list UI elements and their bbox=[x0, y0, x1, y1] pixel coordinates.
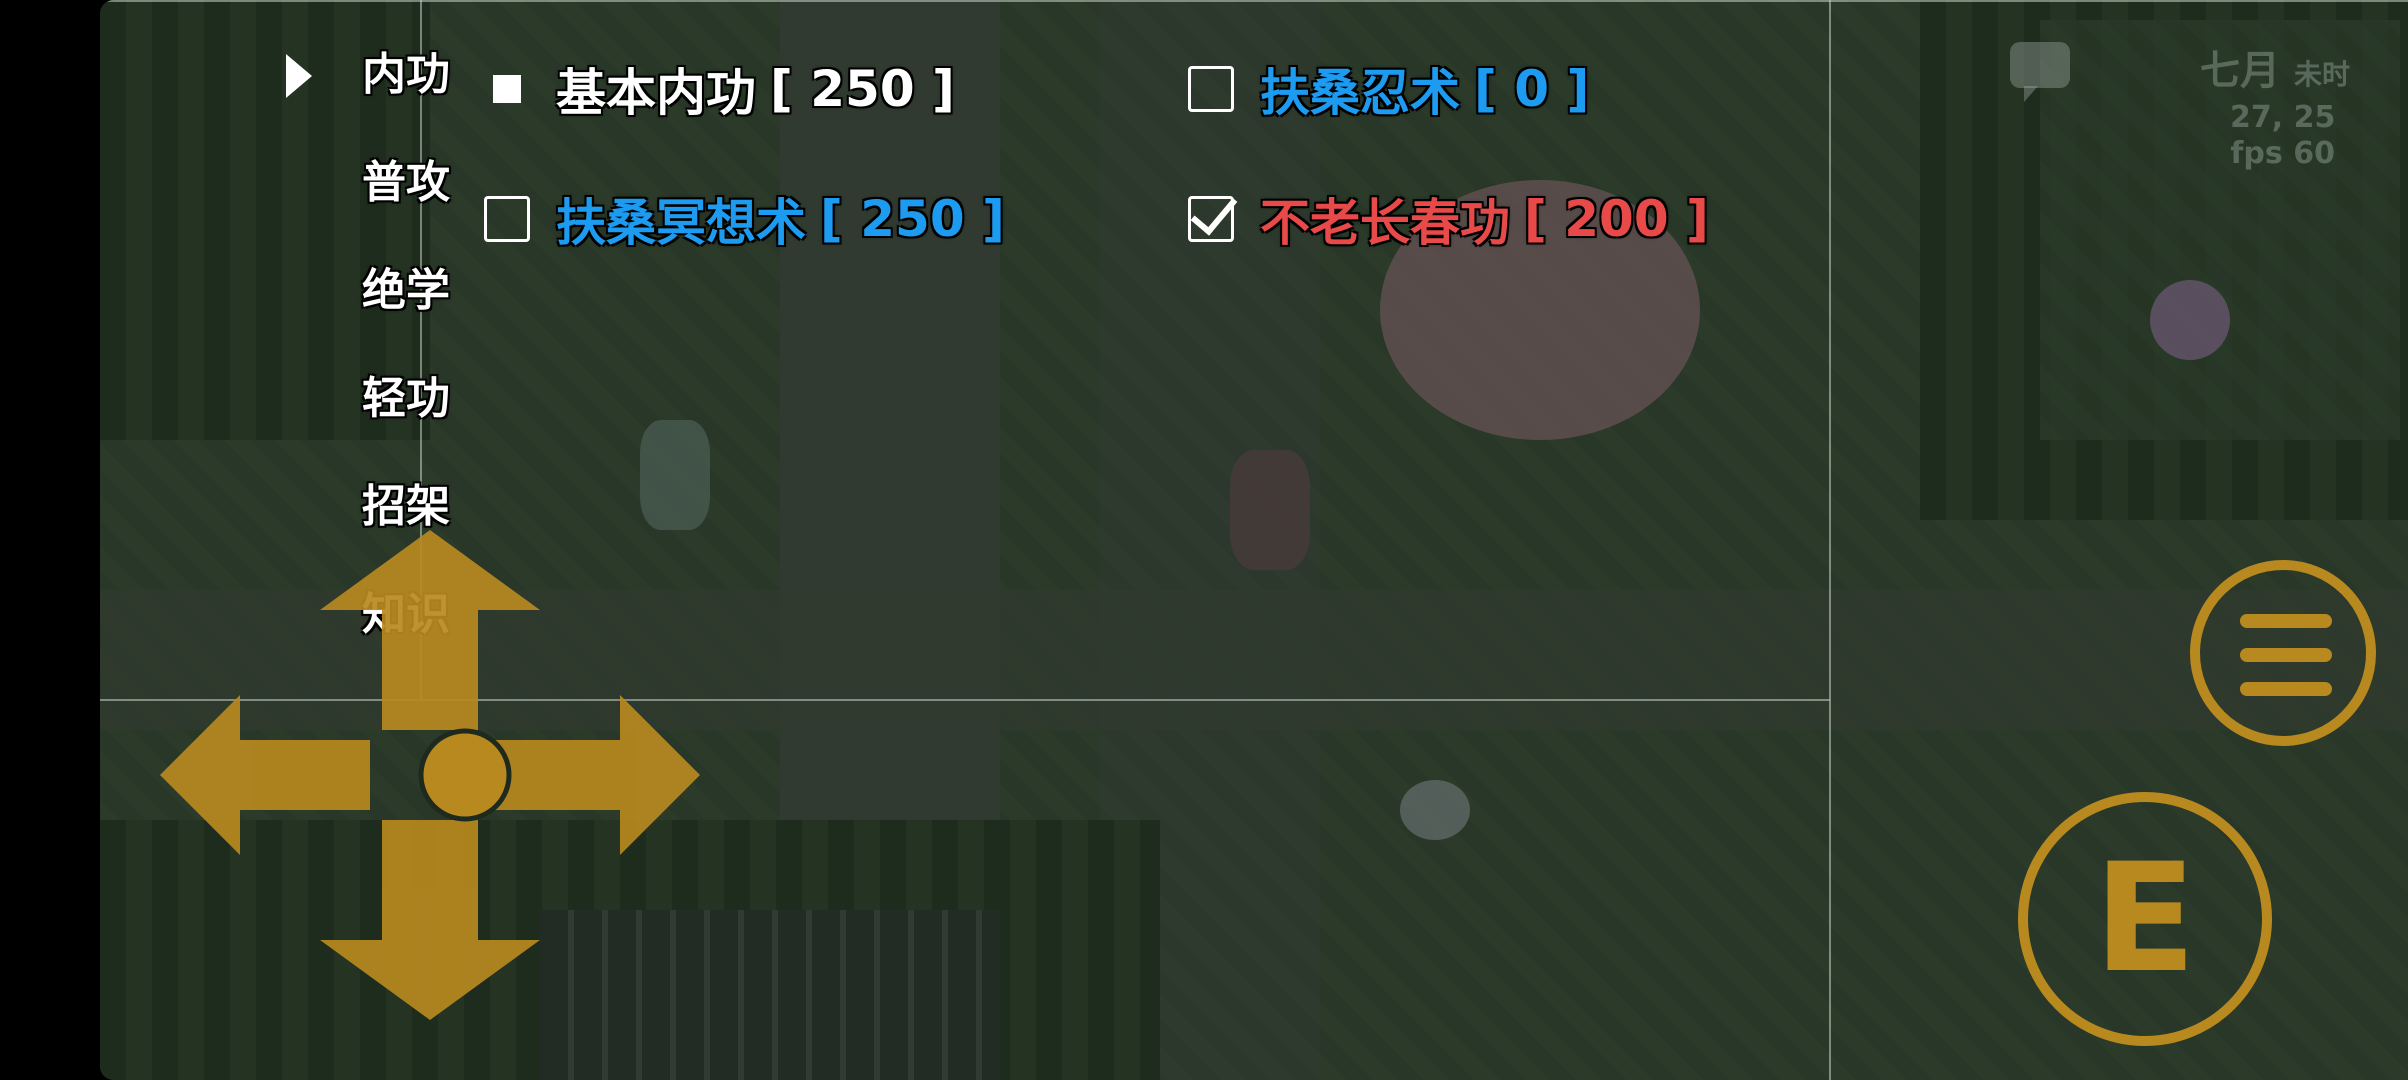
menu-item-neigong[interactable]: 内功 bbox=[240, 40, 450, 110]
arrow-left-icon bbox=[160, 695, 370, 855]
skill-value: [ 250 ] bbox=[820, 190, 1005, 248]
action-label: E bbox=[2093, 832, 2197, 1006]
skill-row[interactable]: 不老长春功 [ 200 ] bbox=[1188, 184, 1709, 254]
skill-row[interactable]: 扶桑冥想术 [ 250 ] bbox=[484, 184, 1005, 254]
skill-name: 扶桑忍术 bbox=[1260, 64, 1460, 122]
menu-item-juexue[interactable]: 绝学 bbox=[240, 256, 450, 326]
coords-text: 27, 25 bbox=[2230, 100, 2336, 135]
checkbox-icon[interactable] bbox=[1188, 66, 1234, 112]
panel-top-border bbox=[100, 0, 2408, 2]
time-label: 未时 bbox=[2293, 58, 2350, 91]
checkbox-icon[interactable] bbox=[484, 196, 530, 242]
arrow-down-icon bbox=[320, 820, 540, 1020]
skill-value: [ 250 ] bbox=[770, 60, 955, 118]
skill-value: [ 0 ] bbox=[1474, 60, 1590, 118]
skill-name: 扶桑冥想术 bbox=[556, 194, 806, 252]
month-label: 七月 bbox=[2200, 48, 2280, 94]
skill-row[interactable]: 基本内功 [ 250 ] bbox=[484, 54, 955, 124]
action-button[interactable]: E bbox=[2018, 792, 2272, 1046]
menu-button[interactable] bbox=[2190, 560, 2376, 746]
fps-text: fps 60 bbox=[2230, 136, 2335, 171]
checkbox-checked-icon[interactable] bbox=[1188, 196, 1234, 242]
dpad-center-icon bbox=[418, 728, 512, 822]
game-date: 七月 未时 bbox=[2200, 38, 2350, 96]
skill-row[interactable]: 扶桑忍术 [ 0 ] bbox=[1188, 54, 1589, 124]
chat-icon[interactable] bbox=[2010, 42, 2070, 102]
game-viewport[interactable]: 内功 普攻 绝学 轻功 招架 知识 基本内功 [ 250 ] 扶桑忍术 [ 0 … bbox=[100, 0, 2408, 1080]
skill-name: 基本内功 bbox=[556, 64, 756, 122]
menu-bar-icon bbox=[2240, 682, 2332, 696]
skill-active-icon bbox=[484, 66, 530, 112]
menu-item-pugong[interactable]: 普攻 bbox=[240, 148, 450, 218]
skill-value: [ 200 ] bbox=[1524, 190, 1709, 248]
arrow-right-icon bbox=[490, 695, 700, 855]
menu-item-qinggong[interactable]: 轻功 bbox=[240, 364, 450, 434]
coord-readout: 27, 25 fps 60 bbox=[2230, 100, 2335, 172]
arrow-up-icon bbox=[320, 530, 540, 730]
dpad-arrows[interactable] bbox=[160, 530, 700, 1020]
menu-bar-icon bbox=[2240, 614, 2332, 628]
menu-bar-icon bbox=[2240, 648, 2332, 662]
skill-name: 不老长春功 bbox=[1260, 194, 1510, 252]
panel-divider-right bbox=[1829, 0, 1831, 1080]
